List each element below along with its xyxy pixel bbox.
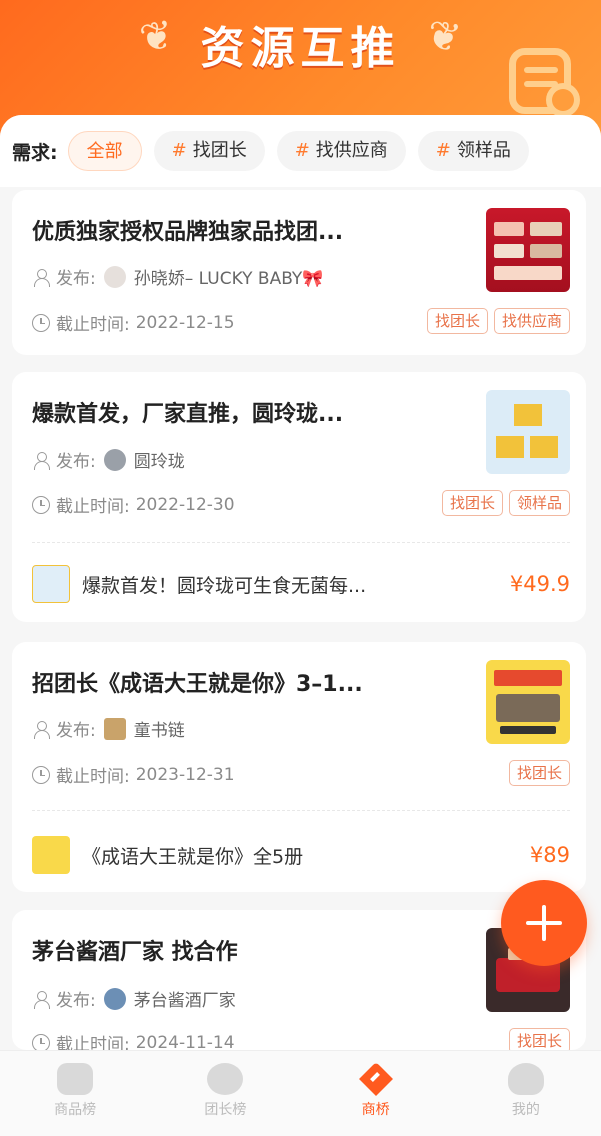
product-name: 《成语大王就是你》全5册 <box>82 845 304 868</box>
tag: 找团长 <box>441 490 503 516</box>
deadline-label: 截止时间: <box>56 767 130 787</box>
filter-chip-all[interactable]: 全部 <box>67 131 142 171</box>
publisher-row: 发布: 茅台酱酒厂家 <box>32 986 236 1011</box>
linked-product[interactable]: 《成语大王就是你》全5册 ¥89 <box>32 835 570 875</box>
tab-label: 商桥 <box>361 1102 390 1118</box>
product-thumbnail <box>32 565 70 603</box>
tab-label: 团长榜 <box>204 1102 247 1118</box>
avatar <box>103 265 126 288</box>
avatar <box>103 987 126 1010</box>
publisher-row: 发布: 童书链 <box>32 716 185 741</box>
deadline-value: 2022-12-30 <box>135 494 235 515</box>
resource-card[interactable]: 招团长《成语大王就是你》3–1... 发布: 童书链 截止时间: 2023-12… <box>12 642 586 892</box>
card-title: 招团长《成语大王就是你》3–1... <box>32 672 363 697</box>
tab-label: 商品榜 <box>54 1102 97 1118</box>
tag: 领样品 <box>508 490 570 516</box>
publisher-name: 茅台酱酒厂家 <box>133 991 236 1011</box>
person-icon <box>32 990 50 1009</box>
deadline-label: 截止时间: <box>56 497 130 517</box>
publisher-name: 孙晓娇– LUCKY BABY🎀 <box>133 269 324 289</box>
clock-icon <box>32 495 50 514</box>
tab-me[interactable]: 我的 <box>451 1051 601 1136</box>
tab-business-bridge[interactable]: 商桥 <box>301 1051 451 1136</box>
deadline-label: 截止时间: <box>56 315 130 335</box>
product-price: ¥49.9 <box>509 572 570 596</box>
publisher-label: 发布: <box>56 991 96 1011</box>
clock-icon <box>32 313 50 332</box>
tag-list: 找团长 领样品 <box>436 490 570 516</box>
tab-label: 我的 <box>511 1102 540 1118</box>
card-thumbnail <box>486 208 570 292</box>
deadline-row: 截止时间: 2023-12-31 <box>32 762 235 787</box>
card-thumbnail <box>486 660 570 744</box>
product-thumbnail <box>32 836 70 874</box>
publisher-label: 发布: <box>56 269 96 289</box>
filter-label: 需求: <box>12 141 58 164</box>
filter-bar: 需求: 全部 # 找团长 # 找供应商 # 领样品 <box>0 115 601 187</box>
bag-icon <box>57 1063 94 1095</box>
filter-chip-find-leader[interactable]: # 找团长 <box>153 131 265 171</box>
publisher-label: 发布: <box>56 452 96 472</box>
filter-chip-get-samples[interactable]: # 领样品 <box>417 131 529 171</box>
card-title: 茅台酱酒厂家 找合作 <box>32 940 238 965</box>
face-icon <box>207 1063 244 1095</box>
publisher-label: 发布: <box>56 721 96 741</box>
bottom-tab-bar: 商品榜 团长榜 商桥 我的 <box>0 1050 601 1136</box>
card-thumbnail <box>486 390 570 474</box>
hash-icon: # <box>435 140 451 161</box>
tag: 找团长 <box>508 760 570 786</box>
add-button[interactable] <box>501 880 587 966</box>
avatar <box>103 717 126 740</box>
divider <box>32 810 570 811</box>
tab-product-ranking[interactable]: 商品榜 <box>0 1051 150 1136</box>
person-icon <box>32 451 50 470</box>
hash-icon: # <box>294 140 310 161</box>
tag: 找供应商 <box>493 308 570 334</box>
resource-card[interactable]: 茅台酱酒厂家 找合作 发布: 茅台酱酒厂家 截止时间: 2024-11-14 找… <box>12 910 586 1055</box>
heart-handshake-icon <box>358 1063 394 1095</box>
deadline-row: 截止时间: 2022-12-15 <box>32 310 235 335</box>
resource-card[interactable]: 优质独家授权品牌独家品找团... 发布: 孙晓娇– LUCKY BABY🎀 截止… <box>12 190 586 355</box>
resource-card[interactable]: 爆款首发，厂家直推，圆玲珑... 发布: 圆玲珑 截止时间: 2022-12-3… <box>12 372 586 622</box>
clock-icon <box>32 1033 50 1052</box>
publisher-row: 发布: 圆玲珑 <box>32 447 185 472</box>
product-price: ¥89 <box>529 843 570 867</box>
card-title: 优质独家授权品牌独家品找团... <box>32 220 344 245</box>
person-icon <box>32 720 50 739</box>
deadline-value: 2023-12-31 <box>135 764 235 785</box>
clock-icon <box>32 765 50 784</box>
tab-leader-ranking[interactable]: 团长榜 <box>150 1051 300 1136</box>
filter-chip-find-supplier[interactable]: # 找供应商 <box>276 131 406 171</box>
database-search-icon <box>509 48 580 117</box>
person-icon <box>32 268 50 287</box>
publisher-name: 圆玲珑 <box>133 452 185 472</box>
deadline-value: 2022-12-15 <box>135 312 235 333</box>
deadline-row: 截止时间: 2022-12-30 <box>32 492 235 517</box>
frog-icon <box>507 1063 544 1095</box>
hash-icon: # <box>171 140 187 161</box>
avatar <box>103 448 126 471</box>
linked-product[interactable]: 爆款首发！圆玲珑可生食无菌每... ¥49.9 <box>32 564 570 604</box>
publisher-name: 童书链 <box>133 721 185 741</box>
publisher-row: 发布: 孙晓娇– LUCKY BABY🎀 <box>32 264 323 289</box>
product-name: 爆款首发！圆玲珑可生食无菌每... <box>82 574 367 597</box>
card-title: 爆款首发，厂家直推，圆玲珑... <box>32 402 344 427</box>
tag: 找团长 <box>426 308 488 334</box>
tag-list: 找团长 <box>503 760 570 786</box>
tag-list: 找团长 找供应商 <box>421 308 570 334</box>
divider <box>32 542 570 543</box>
